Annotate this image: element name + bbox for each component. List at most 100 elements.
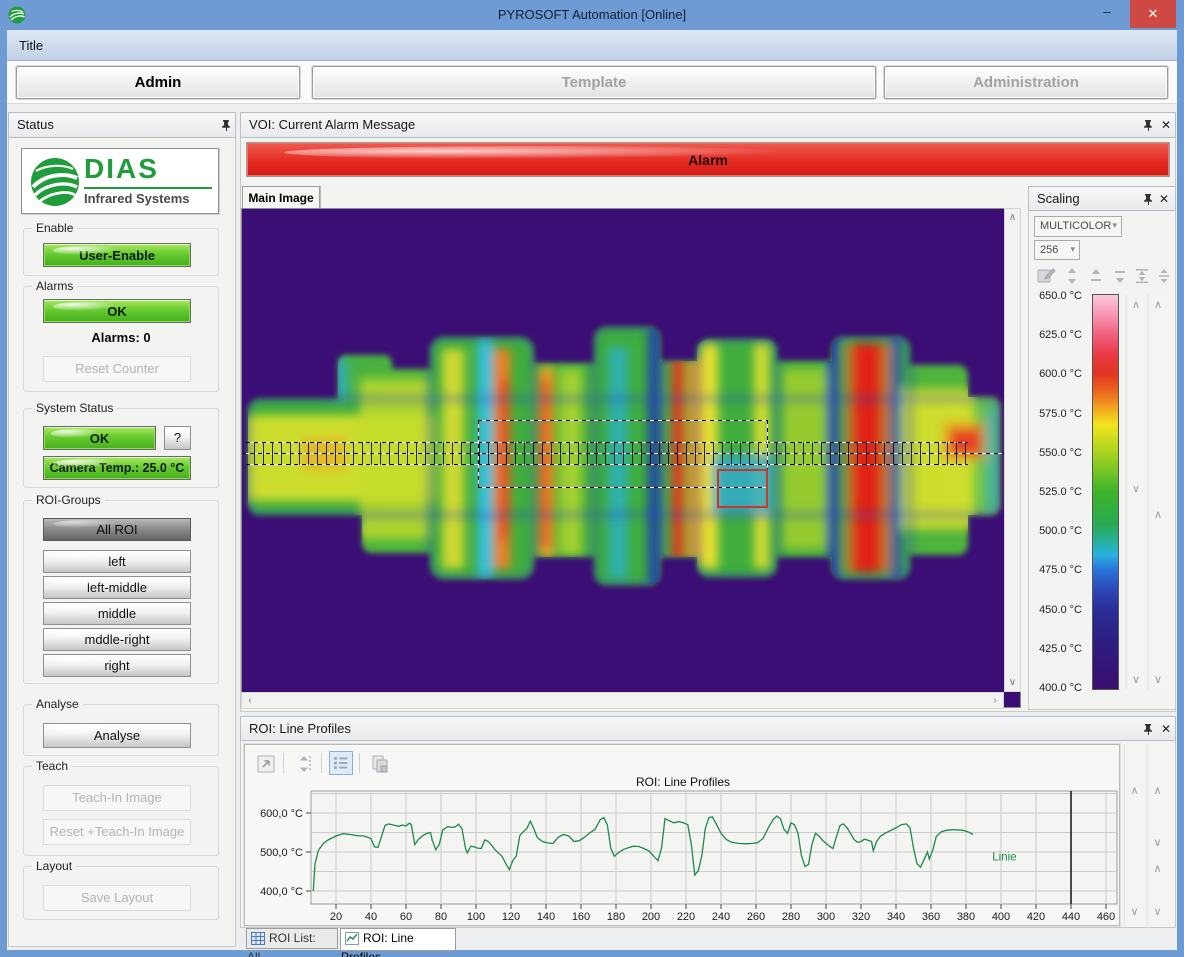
svg-text:180: 180: [607, 911, 625, 923]
reset-counter-button[interactable]: Reset Counter: [43, 356, 191, 382]
teach-in-image-button[interactable]: Teach-In Image: [43, 785, 191, 811]
system-status-group-label: System Status: [32, 401, 117, 415]
roi-group-button-right[interactable]: right: [43, 654, 191, 677]
camera-temp-button[interactable]: Camera Temp.: 25.0 °C: [43, 456, 191, 480]
save-layout-button[interactable]: Save Layout: [43, 885, 191, 911]
system-help-button[interactable]: ?: [164, 426, 191, 450]
svg-text:300: 300: [817, 911, 835, 923]
roi-rect-selected[interactable]: [717, 469, 768, 508]
palette-properties-icon[interactable]: [1036, 266, 1056, 286]
scale-min-slider[interactable]: ∧ ∨ ∨: [1126, 294, 1145, 690]
analyse-button[interactable]: Analyse: [43, 723, 191, 748]
chevron-up-icon[interactable]: ∧: [1149, 298, 1167, 311]
reset-teach-in-image-button[interactable]: Reset +Teach-In Image: [43, 819, 191, 845]
chevron-up-icon[interactable]: ∧: [1127, 298, 1145, 311]
chevron-up-icon[interactable]: ∧: [1148, 784, 1167, 797]
tab-main-image[interactable]: Main Image: [242, 186, 320, 209]
chevron-up-icon[interactable]: ∧: [1149, 508, 1167, 521]
roi-group-button-all[interactable]: All ROI: [43, 518, 191, 541]
palette-select[interactable]: MULTICOLOR ▾: [1034, 216, 1122, 237]
svg-text:80: 80: [435, 911, 447, 923]
scroll-left-icon[interactable]: ‹: [245, 695, 255, 706]
copy-chart-button[interactable]: [367, 751, 391, 775]
fit-vertical-button[interactable]: [291, 751, 315, 775]
chevron-down-icon[interactable]: ∨: [1125, 905, 1144, 918]
system-ok-button[interactable]: OK: [43, 426, 156, 450]
thermal-image-viewport[interactable]: [241, 208, 1021, 708]
pin-icon[interactable]: [1141, 192, 1155, 206]
tab-admin[interactable]: Admin: [16, 66, 300, 99]
legend-list-button[interactable]: [329, 751, 353, 775]
teach-group-label: Teach: [32, 759, 72, 773]
alarms-ok-button[interactable]: OK: [43, 299, 191, 323]
toolbar-divider: [321, 753, 322, 773]
user-enable-button[interactable]: User-Enable: [43, 243, 191, 267]
fit-vertical-icon: [292, 752, 316, 776]
profiles-panel-header: ROI: Line Profiles ✕: [240, 716, 1176, 741]
scroll-down-icon[interactable]: ∨: [1005, 677, 1020, 688]
svg-text:260: 260: [747, 911, 765, 923]
profiles-chart-container: ROI: Line Profiles 204060801001201401601…: [244, 744, 1120, 926]
color-scale-bar[interactable]: [1092, 294, 1119, 690]
roi-group-button-middle-right[interactable]: mddle-right: [43, 628, 191, 651]
svg-text:60: 60: [400, 911, 412, 923]
chart-vscale-slider-2[interactable]: ∧ ∨ ∧ ∨: [1147, 744, 1167, 926]
pin-icon[interactable]: [1141, 118, 1155, 132]
roi-group-button-left[interactable]: left: [43, 550, 191, 573]
roi-box-row[interactable]: [246, 442, 968, 465]
svg-text:340: 340: [887, 911, 905, 923]
scale-label: 625.0 °C: [1030, 329, 1082, 341]
chart-vscale-slider[interactable]: ∧ ∨: [1124, 744, 1144, 926]
close-panel-icon[interactable]: ✕: [1157, 191, 1171, 207]
copy-chart-icon: [368, 752, 392, 776]
image-hscrollbar[interactable]: ‹ ›: [241, 692, 1004, 709]
menu-title[interactable]: Title: [19, 38, 43, 53]
chevron-up-icon[interactable]: ∧: [1125, 784, 1144, 797]
dias-brand-text: DIAS: [84, 153, 159, 185]
close-panel-icon[interactable]: ✕: [1159, 721, 1173, 737]
chevron-down-icon[interactable]: ∨: [1148, 836, 1167, 849]
raise-limit-icon[interactable]: [1086, 266, 1106, 286]
tab-roi-list[interactable]: ROI List: All: [246, 928, 338, 949]
menu-bar: Title: [7, 30, 1177, 61]
close-panel-icon[interactable]: ✕: [1159, 117, 1173, 133]
dias-logo: DIAS Infrared Systems: [21, 148, 219, 214]
voi-panel-title: VOI: Current Alarm Message: [249, 117, 415, 132]
roi-group-button-left-middle[interactable]: left-middle: [43, 576, 191, 599]
scroll-up-icon[interactable]: ∧: [1005, 212, 1020, 223]
lower-limit-icon[interactable]: [1110, 266, 1130, 286]
chevron-down-icon[interactable]: ∨: [1148, 905, 1167, 918]
levels-select[interactable]: 256 ▾: [1034, 240, 1080, 260]
image-vscrollbar[interactable]: ∧ ∨: [1004, 208, 1021, 692]
pin-icon[interactable]: [1141, 722, 1155, 736]
pin-icon[interactable]: [219, 118, 233, 132]
expand-range-icon[interactable]: [1062, 266, 1082, 286]
chevron-down-icon[interactable]: ∨: [1127, 482, 1145, 495]
tab-roi-line-profiles[interactable]: ROI: Line Profiles: [340, 928, 456, 951]
chevron-down-icon[interactable]: ∨: [1149, 673, 1167, 686]
svg-text:460: 460: [1097, 911, 1115, 923]
alarm-banner: Alarm: [246, 142, 1170, 177]
scale-max-slider[interactable]: ∧ ∧ ∨: [1148, 294, 1167, 690]
palette-select-value: MULTICOLOR: [1040, 220, 1111, 232]
tab-administration[interactable]: Administration: [884, 66, 1168, 99]
voi-panel-header: VOI: Current Alarm Message ✕: [240, 112, 1176, 138]
line-chart-icon: [345, 932, 359, 945]
svg-text:100: 100: [467, 911, 485, 923]
chevron-up-icon[interactable]: ∧: [1148, 862, 1167, 875]
autoscale-once-icon[interactable]: [1154, 266, 1174, 286]
close-button[interactable]: ✕: [1130, 0, 1176, 28]
export-chart-button[interactable]: [253, 751, 277, 775]
chevron-down-icon[interactable]: ∨: [1127, 673, 1145, 686]
alarm-counter-text: Alarms: 0: [23, 330, 219, 345]
chevron-down-icon: ▾: [1112, 220, 1117, 231]
scale-label: 650.0 °C: [1030, 290, 1082, 302]
roi-group-button-middle[interactable]: middle: [43, 602, 191, 625]
tab-template[interactable]: Template: [312, 66, 876, 99]
enable-group-label: Enable: [32, 221, 77, 235]
scroll-right-icon[interactable]: ›: [990, 695, 1000, 706]
svg-text:420: 420: [1027, 911, 1045, 923]
minimize-button[interactable]: –: [1092, 0, 1122, 28]
autoscale-continuous-icon[interactable]: [1132, 266, 1152, 286]
line-profile-chart[interactable]: 2040608010012014016018020022024026028030…: [247, 775, 1119, 925]
